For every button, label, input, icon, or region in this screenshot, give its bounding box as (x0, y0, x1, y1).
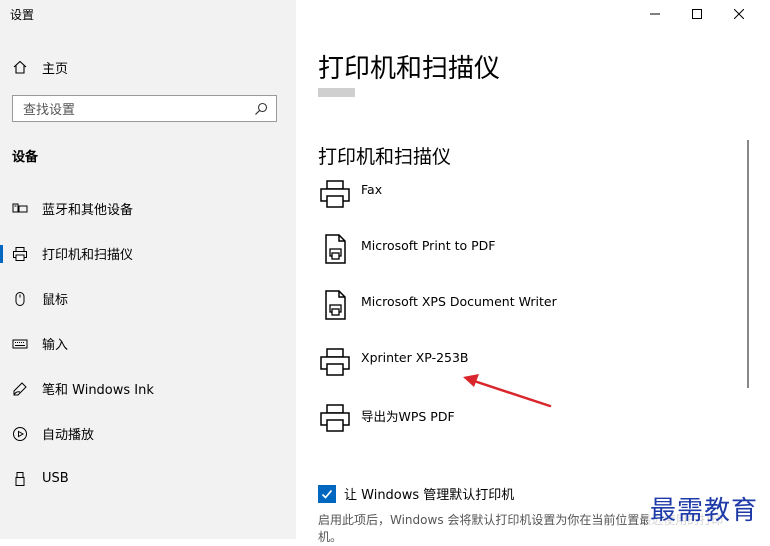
printer-item-microsoft-print-to-pdf[interactable]: Microsoft Print to PDF (318, 228, 557, 284)
printer-icon (320, 348, 350, 376)
sidebar-nav: 蓝牙和其他设备 打印机和扫描仪 鼠标 输入 笔和 Windows Ink 自动播… (0, 186, 296, 501)
search-placeholder: 查找设置 (23, 103, 76, 118)
sidebar-item-label: 输入 (42, 338, 69, 353)
page-title: 打印机和扫描仪 (318, 54, 501, 84)
printer-item-fax[interactable]: Fax (318, 172, 557, 228)
printer-name: 导出为WPS PDF (361, 409, 455, 424)
watermark: 最需教育 (648, 490, 761, 527)
default-printer-checkbox[interactable] (318, 484, 336, 503)
scrollbar[interactable] (747, 140, 749, 388)
sidebar-item-label: 鼠标 (42, 293, 69, 308)
default-printer-setting[interactable]: 让 Windows 管理默认打印机 (318, 484, 514, 503)
section-heading: 设备 (12, 150, 39, 165)
printer-list: Fax Microsoft Print to PDF Microsoft XPS… (318, 172, 557, 452)
loading-placeholder (318, 88, 355, 97)
keyboard-icon (12, 336, 28, 352)
printer-name: Xprinter XP-253B (361, 350, 469, 365)
sidebar-item-label: 自动播放 (42, 428, 95, 443)
section-title: 打印机和扫描仪 (318, 146, 452, 168)
sidebar: 设置 主页 查找设置 设备 蓝牙和其他设备 打印机和扫描仪 鼠标 输入 笔和 W… (0, 0, 296, 539)
home-icon (13, 60, 27, 74)
pen-icon (12, 381, 28, 397)
home-label: 主页 (42, 61, 69, 77)
window-controls (634, 0, 760, 28)
sidebar-item-bluetooth[interactable]: 蓝牙和其他设备 (0, 186, 296, 231)
app-title: 设置 (10, 8, 35, 22)
maximize-icon (692, 9, 702, 19)
document-printer-icon (325, 234, 346, 264)
mouse-icon (12, 291, 28, 307)
sidebar-item-printers[interactable]: 打印机和扫描仪 (0, 231, 296, 276)
printer-name: Microsoft XPS Document Writer (361, 294, 557, 309)
sidebar-item-input[interactable]: 输入 (0, 321, 296, 366)
sidebar-item-autoplay[interactable]: 自动播放 (0, 411, 296, 456)
search-box[interactable]: 查找设置 (12, 95, 277, 122)
sidebar-item-label: 笔和 Windows Ink (42, 383, 154, 398)
sidebar-item-label: USB (42, 471, 69, 486)
search-icon[interactable] (254, 102, 268, 116)
maximize-button[interactable] (676, 0, 718, 28)
printer-item-microsoft-xps[interactable]: Microsoft XPS Document Writer (318, 284, 557, 340)
default-printer-checkbox-label: 让 Windows 管理默认打印机 (344, 488, 515, 503)
checkmark-icon (321, 489, 333, 499)
printer-icon (320, 404, 350, 432)
minimize-button[interactable] (634, 0, 676, 28)
printer-icon (320, 180, 350, 208)
printer-name: Microsoft Print to PDF (361, 238, 496, 253)
home-nav-item[interactable]: 主页 (12, 56, 68, 78)
annotation-arrow (463, 374, 552, 408)
close-icon (734, 9, 744, 19)
sidebar-item-mouse[interactable]: 鼠标 (0, 276, 296, 321)
minimize-icon (650, 13, 660, 15)
printer-icon (12, 246, 28, 262)
sidebar-item-pen[interactable]: 笔和 Windows Ink (0, 366, 296, 411)
document-printer-icon (325, 290, 346, 320)
autoplay-icon (12, 426, 28, 442)
usb-icon (12, 471, 28, 487)
bluetooth-devices-icon (12, 201, 28, 217)
close-button[interactable] (718, 0, 760, 28)
sidebar-item-usb[interactable]: USB (0, 456, 296, 501)
printer-name: Fax (361, 182, 383, 197)
sidebar-item-label: 蓝牙和其他设备 (42, 203, 134, 218)
sidebar-item-label: 打印机和扫描仪 (42, 248, 134, 263)
